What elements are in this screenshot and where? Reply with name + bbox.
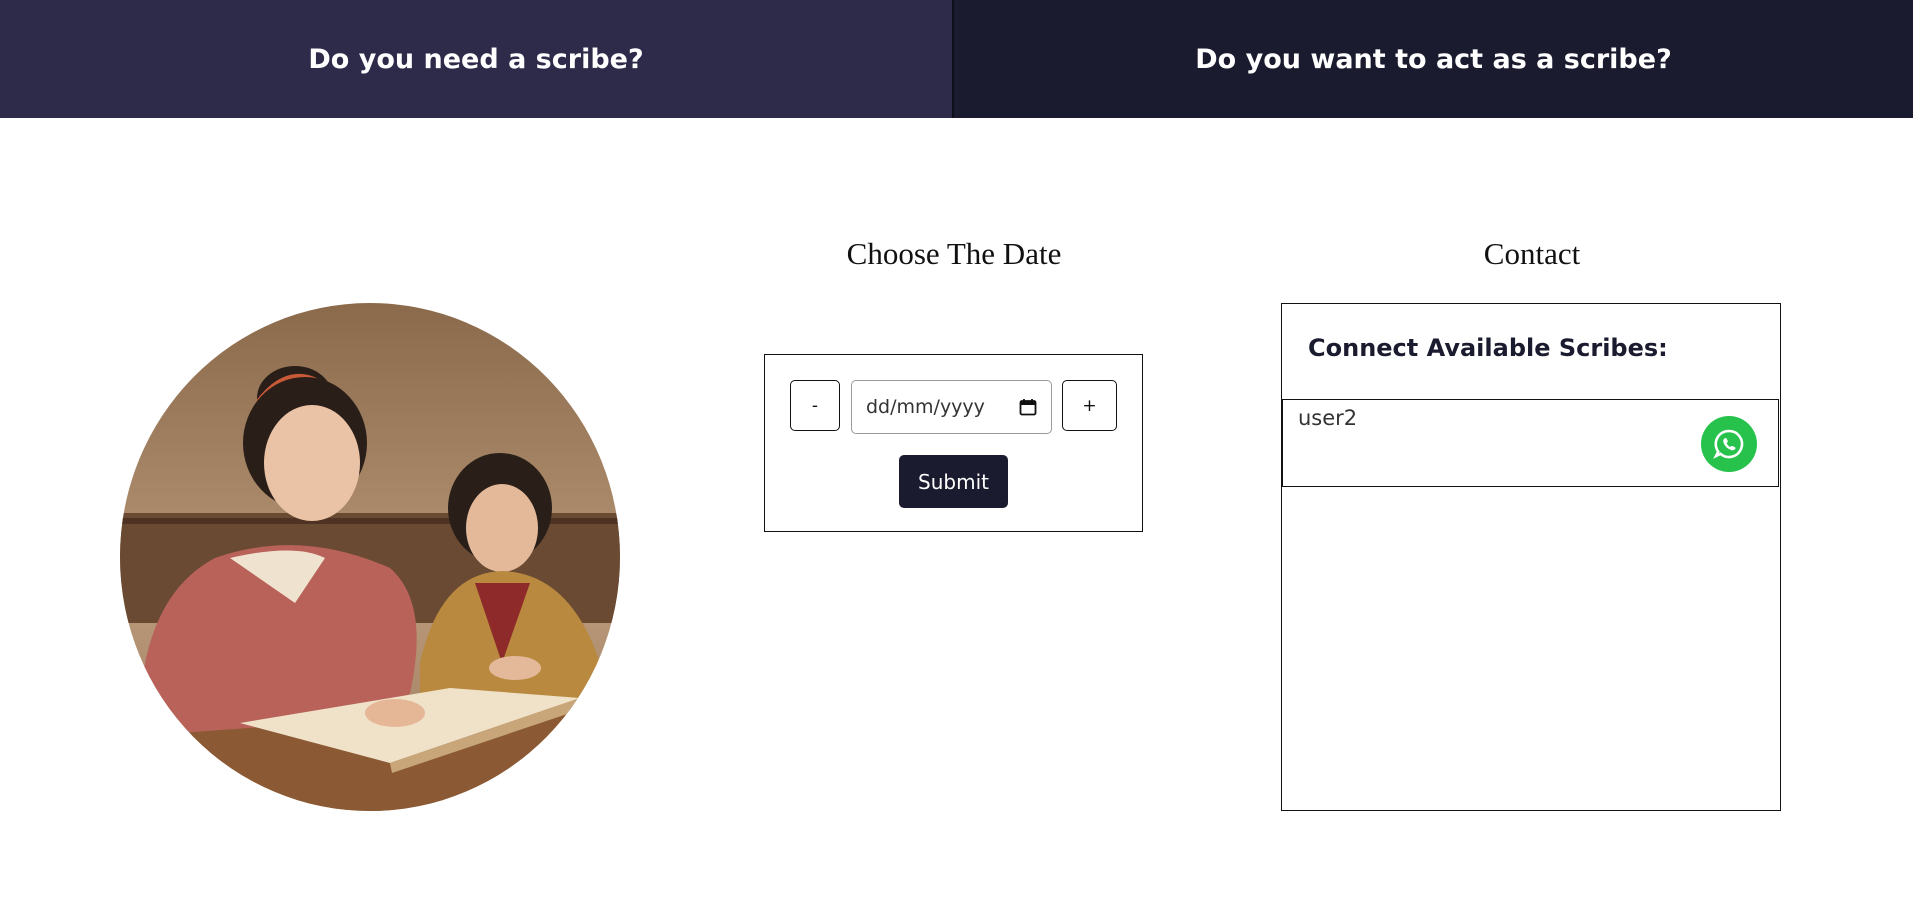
scribe-name: user2 [1298, 406, 1358, 430]
tab-need-scribe-label: Do you need a scribe? [308, 43, 644, 75]
tab-act-as-scribe-label: Do you want to act as a scribe? [1195, 43, 1672, 75]
scribe-illustration [120, 303, 620, 811]
mode-tabs: Do you need a scribe? Do you want to act… [0, 0, 1913, 118]
decrement-date-button[interactable]: - [790, 380, 840, 431]
whatsapp-icon[interactable] [1701, 416, 1757, 472]
contact-title: Contact [1483, 236, 1581, 271]
tab-act-as-scribe[interactable]: Do you want to act as a scribe? [954, 0, 1913, 118]
tab-need-scribe[interactable]: Do you need a scribe? [0, 0, 954, 118]
scribe-list-item: user2 [1282, 399, 1779, 487]
calendar-icon[interactable] [1019, 398, 1037, 416]
date-picker-panel: - dd/mm/yyyy + Submit [764, 354, 1143, 532]
date-input-placeholder: dd/mm/yyyy [866, 396, 985, 418]
increment-date-button[interactable]: + [1062, 380, 1117, 431]
date-input[interactable]: dd/mm/yyyy [851, 380, 1052, 434]
choose-date-title: Choose The Date [846, 236, 1062, 271]
scribe-illustration-art [120, 303, 620, 811]
contact-panel: Connect Available Scribes: user2 [1281, 303, 1781, 811]
available-scribes-heading: Connect Available Scribes: [1308, 334, 1668, 362]
submit-button[interactable]: Submit [899, 455, 1008, 508]
